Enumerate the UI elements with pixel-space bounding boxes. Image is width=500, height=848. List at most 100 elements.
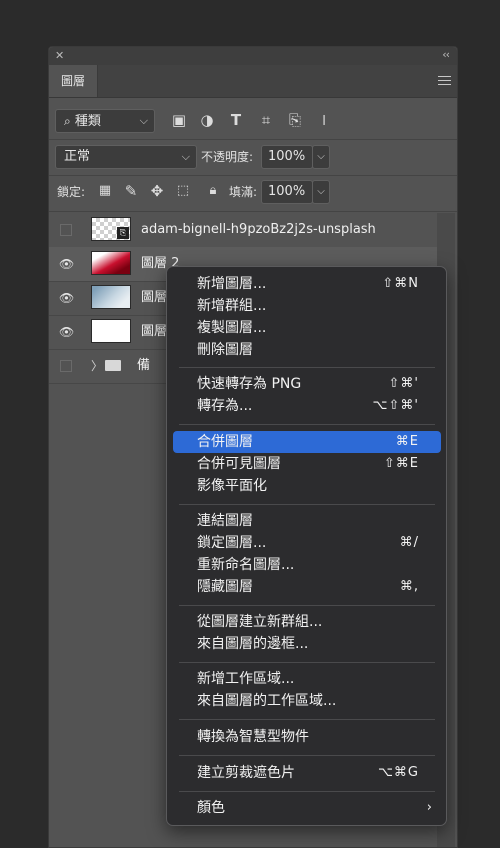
- chevron-right-icon: ›: [426, 800, 433, 815]
- menu-item-label: 影像平面化: [197, 478, 267, 494]
- menu-item-label: 新增工作區域...: [197, 671, 295, 687]
- menu-item-label: 合併圖層: [197, 434, 253, 450]
- fill-input[interactable]: 100%: [261, 180, 313, 204]
- menu-item-artboard-from-layers[interactable]: 來自圖層的工作區域...: [173, 690, 441, 712]
- filter-kind-label: 種類: [74, 114, 101, 129]
- lock-position-icon[interactable]: ✥: [147, 180, 167, 202]
- menu-item-new-layer[interactable]: 新增圖層... ⇧⌘N: [173, 273, 441, 295]
- lock-label: 鎖定:: [57, 185, 86, 199]
- divider: [49, 175, 457, 176]
- menu-item-convert-smart-object[interactable]: 轉換為智慧型物件: [173, 726, 441, 748]
- opacity-slider-button[interactable]: ⌵: [312, 145, 330, 169]
- menu-item-rename-layer[interactable]: 重新命名圖層...: [173, 554, 441, 576]
- chevron-right-icon[interactable]: 〉: [91, 349, 103, 383]
- menu-item-label: 建立剪裁遮色片: [197, 765, 295, 781]
- menu-item-label: 來自圖層的邊框...: [197, 636, 309, 652]
- menu-item-label: 鎖定圖層...: [197, 535, 267, 551]
- lock-brush-icon[interactable]: ✎: [121, 180, 141, 202]
- menu-item-label: 隱藏圖層: [197, 579, 253, 595]
- chevron-down-icon: ⌵: [181, 150, 190, 163]
- layer-row[interactable]: ⎘ adam-bignell-h9pzoBz2j2s-unsplash: [49, 213, 437, 248]
- menu-item-label: 顏色: [197, 800, 225, 816]
- layer-name: 圖層: [141, 324, 168, 339]
- filter-row: ⌕ 種類 ⌵ ▣ ◑ T ⌗ ⎘ ⏽: [49, 109, 457, 133]
- menu-separator: [179, 504, 435, 505]
- filter-toggle-icon[interactable]: ⏽: [314, 109, 334, 131]
- menu-item-label: 快速轉存為 PNG: [197, 376, 302, 392]
- menu-item-hide-layers[interactable]: 隱藏圖層 ⌘,: [173, 576, 441, 598]
- folder-icon: [105, 360, 121, 371]
- menu-item-label: 轉存為...: [197, 398, 253, 414]
- eye-icon[interactable]: 👁︎: [59, 258, 74, 270]
- menu-item-new-artboard[interactable]: 新增工作區域...: [173, 668, 441, 690]
- menu-separator: [179, 755, 435, 756]
- shortcut-label: ⌘E: [395, 434, 419, 449]
- menu-item-quick-export[interactable]: 快速轉存為 PNG ⇧⌘': [173, 373, 441, 395]
- visibility-toggle[interactable]: [60, 224, 72, 236]
- menu-item-delete-layer[interactable]: 刪除圖層: [173, 339, 441, 361]
- shortcut-label: ⇧⌘N: [382, 276, 419, 291]
- menu-separator: [179, 791, 435, 792]
- lock-artboard-icon[interactable]: ⬚: [173, 180, 193, 202]
- visibility-toggle[interactable]: [60, 360, 72, 372]
- panel-menu-icon[interactable]: [438, 76, 451, 86]
- menu-separator: [179, 662, 435, 663]
- eye-icon[interactable]: 👁︎: [59, 292, 74, 304]
- divider: [49, 139, 457, 140]
- opacity-input[interactable]: 100%: [261, 145, 313, 169]
- menu-item-flatten-image[interactable]: 影像平面化: [173, 475, 441, 497]
- shortcut-label: ⌘,: [399, 579, 419, 594]
- type-filter-icon[interactable]: T: [226, 109, 246, 131]
- blend-mode-dropdown[interactable]: 正常 ⌵: [55, 145, 197, 169]
- shortcut-label: ⌘/: [399, 535, 419, 550]
- layer-thumbnail: ⎘: [91, 217, 131, 241]
- menu-item-new-group[interactable]: 新增群組...: [173, 295, 441, 317]
- lock-all-icon[interactable]: 🔒︎: [203, 180, 223, 202]
- menu-item-label: 連結圖層: [197, 513, 253, 529]
- menu-item-label: 合併可見圖層: [197, 456, 281, 472]
- menu-item-export-as[interactable]: 轉存為... ⌥⇧⌘': [173, 395, 441, 417]
- fill-label: 填滿:: [229, 185, 258, 199]
- eye-icon[interactable]: 👁︎: [59, 326, 74, 338]
- menu-item-label: 重新命名圖層...: [197, 557, 295, 573]
- smart-object-badge-icon: ⎘: [117, 227, 129, 239]
- divider: [49, 211, 457, 212]
- lock-transparent-icon[interactable]: ▦: [95, 180, 115, 202]
- image-filter-icon[interactable]: ▣: [169, 109, 189, 131]
- menu-item-label: 複製圖層...: [197, 320, 267, 336]
- menu-item-duplicate-layer[interactable]: 複製圖層...: [173, 317, 441, 339]
- fill-slider-button[interactable]: ⌵: [312, 180, 330, 204]
- menu-separator: [179, 367, 435, 368]
- blend-row: 正常 ⌵ 不透明度: 100% ⌵: [49, 145, 457, 169]
- adjustment-filter-icon[interactable]: ◑: [197, 109, 217, 131]
- close-icon[interactable]: ✕: [55, 49, 64, 62]
- collapse-icon[interactable]: ‹‹: [442, 48, 450, 61]
- menu-separator: [179, 424, 435, 425]
- menu-item-lock-layers[interactable]: 鎖定圖層... ⌘/: [173, 532, 441, 554]
- lock-row: 鎖定: ▦ ✎ ✥ ⬚ 🔒︎ 填滿: 100% ⌵: [49, 180, 457, 204]
- shortcut-label: ⇧⌘E: [383, 456, 419, 471]
- layer-context-menu: 新增圖層... ⇧⌘N 新增群組... 複製圖層... 刪除圖層 快速轉存為 P…: [166, 266, 447, 826]
- chevron-down-icon: ⌵: [139, 114, 148, 127]
- menu-item-merge-visible[interactable]: 合併可見圖層 ⇧⌘E: [173, 453, 441, 475]
- menu-item-clipping-mask[interactable]: 建立剪裁遮色片 ⌥⌘G: [173, 762, 441, 784]
- menu-item-merge-layers[interactable]: 合併圖層 ⌘E: [173, 431, 441, 453]
- menu-item-label: 新增圖層...: [197, 276, 267, 292]
- menu-item-frame-from-layers[interactable]: 來自圖層的邊框...: [173, 633, 441, 655]
- tab-layers[interactable]: 圖層: [49, 65, 98, 97]
- opacity-label: 不透明度:: [201, 150, 254, 164]
- layer-name: adam-bignell-h9pzoBz2j2s-unsplash: [141, 222, 376, 237]
- menu-item-link-layers[interactable]: 連結圖層: [173, 510, 441, 532]
- menu-item-group-from-layers[interactable]: 從圖層建立新群組...: [173, 611, 441, 633]
- menu-separator: [179, 719, 435, 720]
- blend-mode-value: 正常: [64, 149, 91, 164]
- layer-thumbnail: [91, 251, 131, 275]
- menu-item-color[interactable]: 顏色 ›: [173, 797, 441, 819]
- shape-filter-icon[interactable]: ⌗: [256, 109, 276, 131]
- smart-object-filter-icon[interactable]: ⎘: [285, 109, 305, 131]
- search-icon: ⌕: [64, 114, 71, 128]
- filter-kind-dropdown[interactable]: ⌕ 種類 ⌵: [55, 109, 155, 133]
- menu-item-label: 轉換為智慧型物件: [197, 729, 309, 745]
- panel-title-bar: ✕ ‹‹: [49, 47, 457, 65]
- menu-item-label: 來自圖層的工作區域...: [197, 693, 337, 709]
